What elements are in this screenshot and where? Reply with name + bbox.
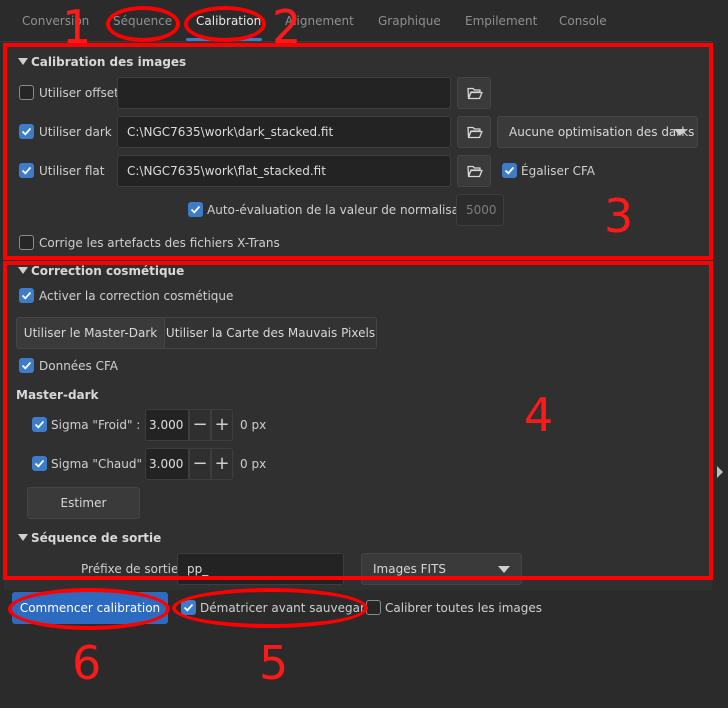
- annotation-marker-3: 3: [604, 189, 634, 243]
- tab-empilement[interactable]: Empilement: [465, 14, 537, 28]
- annotation-marker-4: 4: [524, 388, 554, 442]
- annotation-box-cosmetic: [3, 261, 713, 580]
- annotation-oval-calibration: [184, 6, 266, 42]
- annotation-oval-sequence: [106, 6, 180, 42]
- annotation-marker-2: 2: [272, 0, 302, 54]
- annotation-oval-debayer: [172, 588, 368, 628]
- annotation-oval-start: [8, 588, 170, 630]
- annotation-marker-6: 6: [72, 636, 102, 690]
- calibrate-all-checkbox[interactable]: [366, 600, 381, 615]
- calibrate-all-label: Calibrer toutes les images: [385, 601, 543, 615]
- chevron-right-icon: [717, 466, 723, 478]
- tab-console[interactable]: Console: [559, 14, 607, 28]
- annotation-marker-5: 5: [259, 636, 289, 690]
- sidebar-toggle[interactable]: [712, 0, 728, 708]
- tab-graphique[interactable]: Graphique: [378, 14, 441, 28]
- annotation-marker-1: 1: [62, 0, 92, 54]
